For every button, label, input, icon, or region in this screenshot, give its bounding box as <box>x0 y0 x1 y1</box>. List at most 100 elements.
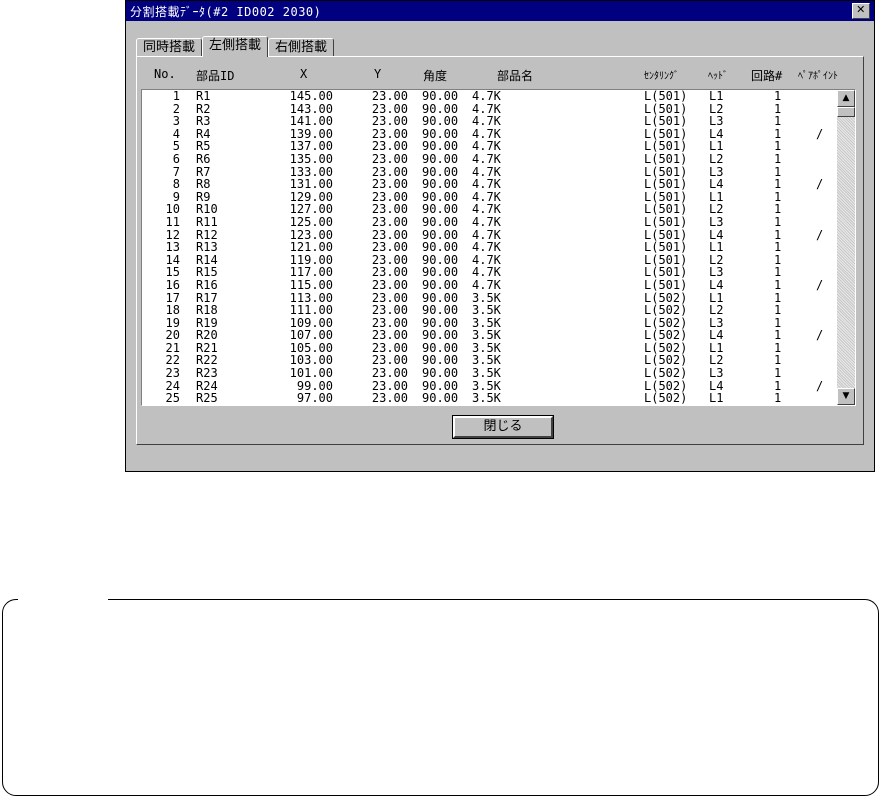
cell-pair-point: / <box>816 328 824 343</box>
cell-part-name: 4.7K <box>472 277 501 292</box>
cell-circuit: 1 <box>774 89 782 103</box>
note-box <box>2 599 879 796</box>
cell-x: 97.00 <box>296 391 333 406</box>
table-row[interactable]: 18 R18 111.00 23.00 90.00 3.5K L(502) L2 1 <box>142 304 855 317</box>
cell-part-id: R18 <box>196 303 218 318</box>
cell-angle: 90.00 <box>422 89 459 103</box>
cell-no: 25 <box>165 391 180 406</box>
vertical-scrollbar[interactable]: ▲ ▼ <box>837 90 855 405</box>
cell-y: 23.00 <box>371 277 408 292</box>
title-bar[interactable]: 分割搭載ﾃﾞｰﾀ(#2 ID002 2030) ✕ <box>126 1 874 21</box>
window-close-button[interactable]: ✕ <box>852 3 870 19</box>
cell-circuit: 1 <box>774 391 782 406</box>
cell-no: 6 <box>172 151 180 166</box>
cell-centering: L(501) <box>644 177 688 192</box>
cell-y: 23.00 <box>371 391 408 406</box>
table-row[interactable]: 11 R11 125.00 23.00 90.00 4.7K L(501) L3 1 <box>142 216 855 229</box>
table-row[interactable]: 20 R20 107.00 23.00 90.00 3.5K L(502) L4 1 / <box>142 329 855 342</box>
window-title: 分割搭載ﾃﾞｰﾀ(#2 ID002 2030) <box>130 4 322 19</box>
cell-head: L3 <box>709 214 724 229</box>
cell-head: L1 <box>709 89 724 103</box>
scroll-up-icon[interactable]: ▲ <box>837 90 855 107</box>
cell-part-id: R6 <box>196 151 211 166</box>
part-list[interactable]: 1 R1 145.00 23.00 90.00 4.7K L(501) L1 1 2 R2 143.0… <box>141 89 856 406</box>
cell-part-name: 3.5K <box>472 391 501 406</box>
cell-x: 111.00 <box>289 303 333 318</box>
cell-angle: 90.00 <box>422 303 459 318</box>
cell-part-id: R13 <box>196 240 218 255</box>
cell-pair-point: / <box>816 378 824 393</box>
cell-angle: 90.00 <box>422 214 459 229</box>
cell-y: 23.00 <box>371 303 408 318</box>
cell-x: 115.00 <box>289 277 333 292</box>
col-angle: 角度 <box>423 69 448 83</box>
cell-angle: 90.00 <box>422 177 459 192</box>
col-y: Y <box>374 67 382 81</box>
cell-angle: 90.00 <box>422 366 459 381</box>
cell-no: 20 <box>165 328 180 343</box>
cell-pair-point: / <box>816 277 824 292</box>
col-head: ﾍｯﾄﾞ <box>708 71 728 82</box>
tab-left-side[interactable]: 左側搭載 <box>202 36 269 57</box>
cell-part-name: 4.7K <box>472 89 501 103</box>
table-row[interactable]: 3 R3 141.00 23.00 90.00 4.7K L(501) L3 1 <box>142 115 855 128</box>
tab-simultaneous[interactable]: 同時搭載 <box>136 38 203 56</box>
cell-circuit: 1 <box>774 277 782 292</box>
cell-angle: 90.00 <box>422 277 459 292</box>
cell-no: 11 <box>165 214 180 229</box>
table-row[interactable]: 16 R16 115.00 23.00 90.00 4.7K L(501) L4 1 / <box>142 279 855 292</box>
col-x: X <box>300 67 308 81</box>
cell-circuit: 1 <box>774 328 782 343</box>
cell-head: L4 <box>709 328 724 343</box>
col-centering: ｾﾝﾀﾘﾝｸﾞ <box>644 71 679 82</box>
cell-pair-point: / <box>816 177 824 192</box>
cell-part-id: R8 <box>196 177 211 192</box>
cell-centering: L(502) <box>644 328 688 343</box>
table-row[interactable]: 13 R13 121.00 23.00 90.00 4.7K L(501) L1 1 <box>142 241 855 254</box>
cell-x: 131.00 <box>289 177 333 192</box>
scroll-thumb[interactable] <box>837 107 855 117</box>
cell-head: L2 <box>709 303 724 318</box>
table-row[interactable]: 8 R8 131.00 23.00 90.00 4.7K L(501) L4 1 / <box>142 178 855 191</box>
cell-part-name: 4.7K <box>472 177 501 192</box>
cell-part-name: 3.5K <box>472 303 501 318</box>
cell-part-id: R23 <box>196 366 218 381</box>
cell-centering: L(501) <box>644 240 688 255</box>
cell-part-id: R25 <box>196 391 218 406</box>
cell-part-name: 4.7K <box>472 151 501 166</box>
cell-no: 13 <box>165 240 180 255</box>
cell-y: 23.00 <box>371 177 408 192</box>
cell-centering: L(502) <box>644 303 688 318</box>
cell-angle: 90.00 <box>422 391 459 406</box>
cell-head: L4 <box>709 277 724 292</box>
cell-part-name: 4.7K <box>472 240 501 255</box>
cell-x: 125.00 <box>289 214 333 229</box>
cell-part-name: 4.7K <box>472 114 501 129</box>
cell-part-id: R16 <box>196 277 218 292</box>
cell-part-id: R3 <box>196 114 211 129</box>
cell-no: 16 <box>165 277 180 292</box>
col-no: No. <box>154 67 176 81</box>
col-pair-point: ﾍﾟｱﾎﾟｲﾝﾄ <box>798 71 838 82</box>
dialog-window: 分割搭載ﾃﾞｰﾀ(#2 ID002 2030) ✕ 同時搭載 左側搭載 右側搭載… <box>125 0 875 472</box>
table-row[interactable]: 6 R6 135.00 23.00 90.00 4.7K L(501) L2 1 <box>142 153 855 166</box>
cell-circuit: 1 <box>774 177 782 192</box>
table-row[interactable]: 23 R23 101.00 23.00 90.00 3.5K L(502) L3 1 <box>142 367 855 380</box>
cell-centering: L(501) <box>644 214 688 229</box>
scroll-down-icon[interactable]: ▼ <box>837 388 855 405</box>
cell-part-name: 3.5K <box>472 366 501 381</box>
cell-y: 23.00 <box>371 89 408 103</box>
cell-part-name: 4.7K <box>472 214 501 229</box>
cell-centering: L(502) <box>644 366 688 381</box>
cell-angle: 90.00 <box>422 240 459 255</box>
cell-part-id: R20 <box>196 328 218 343</box>
cell-angle: 90.00 <box>422 151 459 166</box>
table-row[interactable]: 25 R25 97.00 23.00 90.00 3.5K L(502) L1 1 <box>142 392 855 405</box>
cell-part-id: R11 <box>196 214 218 229</box>
cell-y: 23.00 <box>371 151 408 166</box>
close-dialog-button[interactable]: 閉じる <box>452 415 554 439</box>
cell-head: L3 <box>709 366 724 381</box>
cell-centering: L(502) <box>644 391 688 406</box>
tab-right-side[interactable]: 右側搭載 <box>268 38 335 56</box>
table-row[interactable]: 1 R1 145.00 23.00 90.00 4.7K L(501) L1 1 <box>142 90 855 103</box>
